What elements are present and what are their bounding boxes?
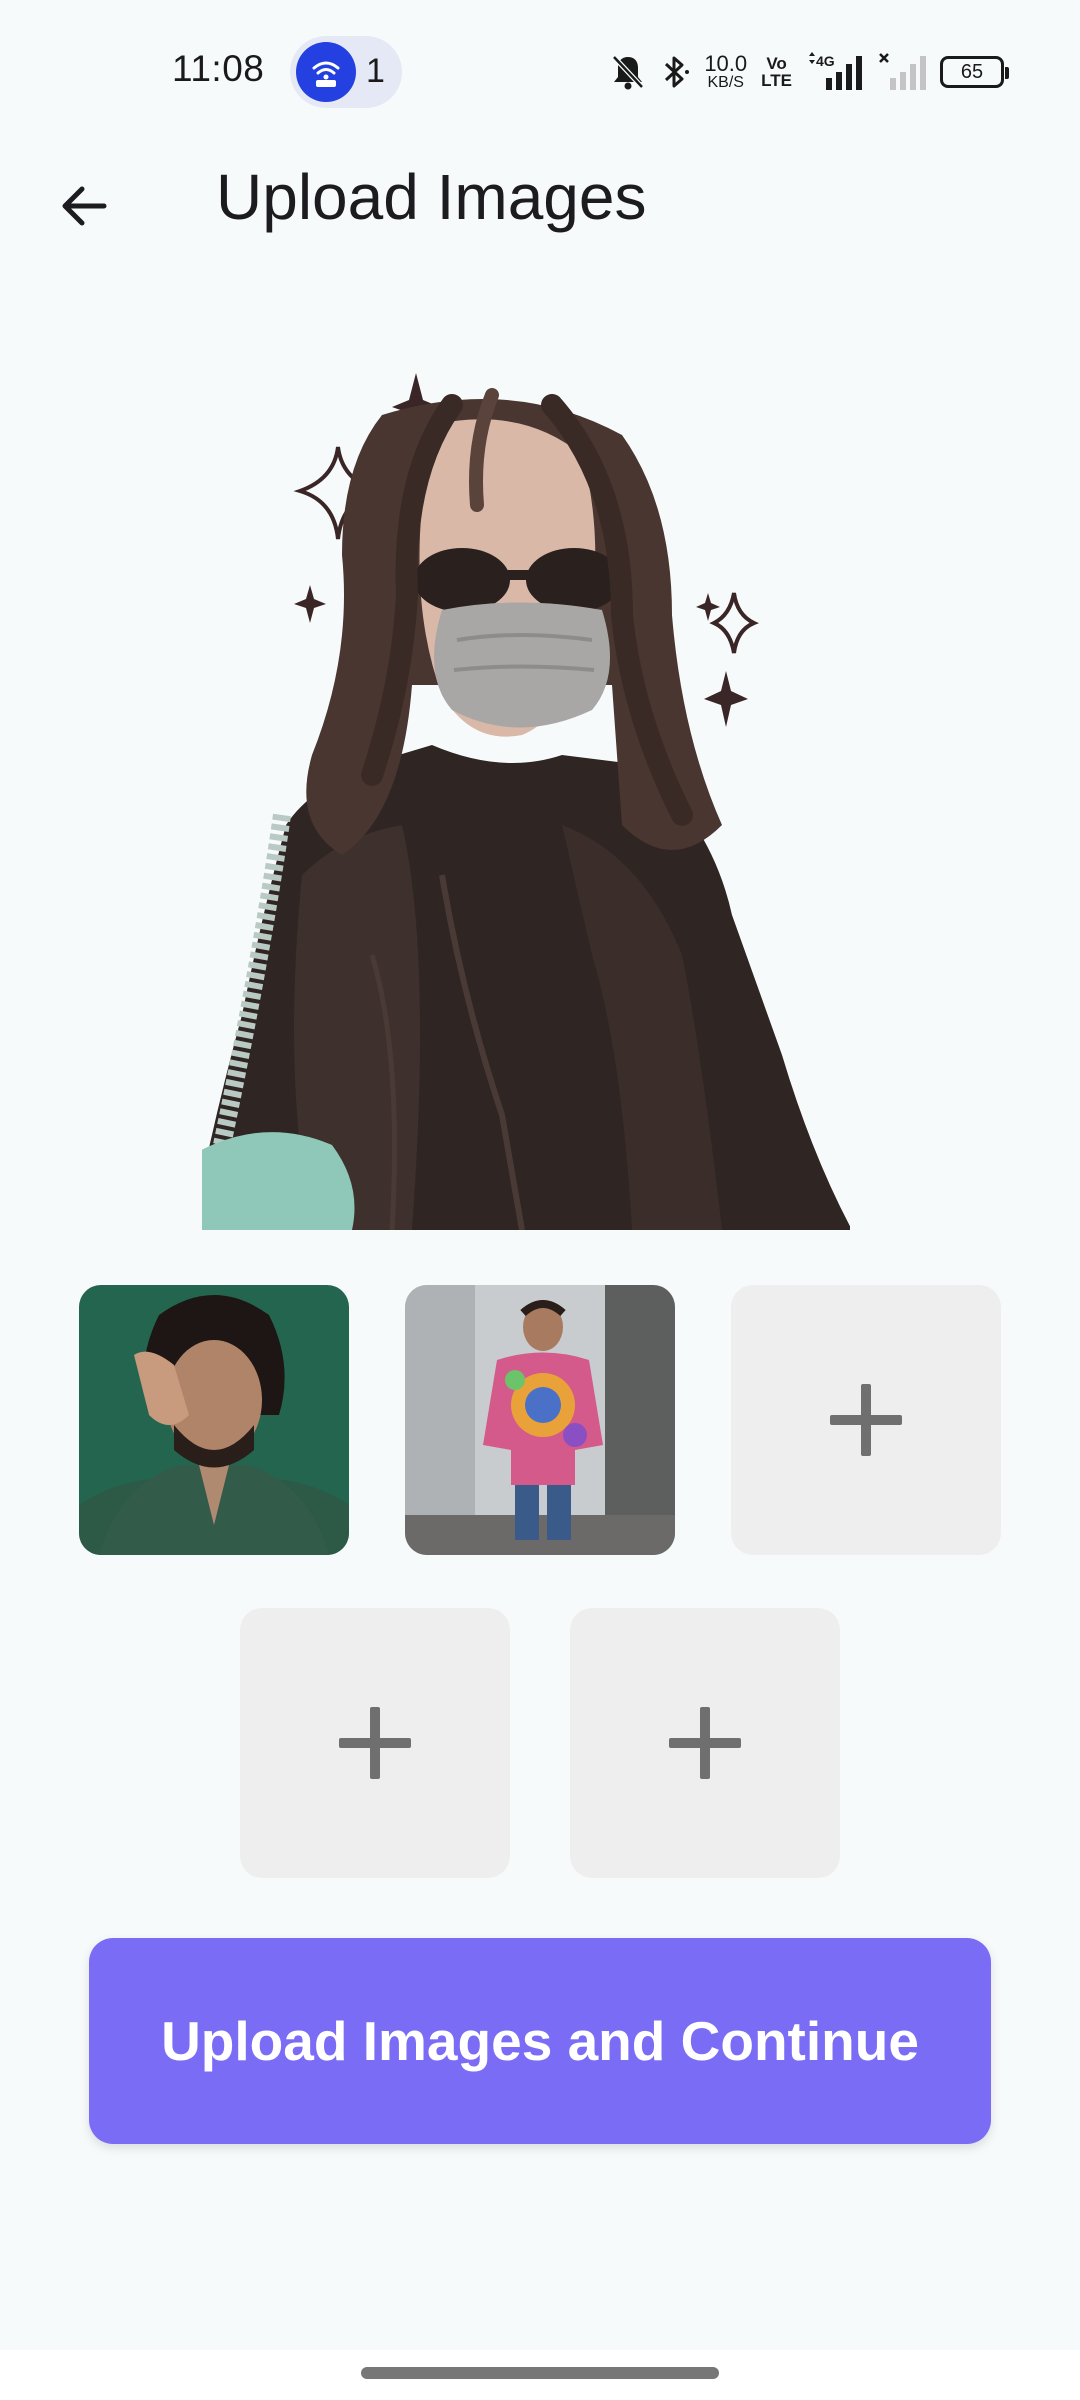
bell-muted-icon <box>610 53 646 91</box>
plus-icon <box>830 1384 902 1456</box>
uploaded-photo-2 <box>405 1285 675 1555</box>
upload-slot-2[interactable] <box>405 1285 675 1555</box>
signal-4g-icon: 4G <box>806 52 864 92</box>
bluetooth-icon <box>660 53 690 91</box>
gesture-nav-area <box>0 2350 1080 2400</box>
net-speed-unit: KB/S <box>707 74 744 91</box>
upload-images-screen: 11:08 1 10.0 KB/S Vo LTE 4G 65 Upload Im… <box>0 0 1080 2400</box>
volte-top: Vo <box>766 54 787 73</box>
battery-level: 65 <box>960 60 984 83</box>
back-button[interactable] <box>42 164 126 248</box>
upload-and-continue-button[interactable]: Upload Images and Continue <box>89 1938 991 2144</box>
volte-indicator: Vo LTE <box>761 55 792 89</box>
signal-no-service-icon <box>878 52 926 92</box>
net-speed-value: 10.0 <box>704 51 748 76</box>
hotspot-count: 1 <box>366 52 385 90</box>
page-title: Upload Images <box>216 161 647 233</box>
plus-icon <box>339 1707 411 1779</box>
upload-slot-4[interactable] <box>240 1608 510 1878</box>
hero-illustration <box>192 355 852 1231</box>
hotspot-icon <box>296 42 356 102</box>
status-icons: 10.0 KB/S Vo LTE 4G 65 <box>610 48 1009 96</box>
status-time: 11:08 <box>172 48 265 89</box>
net-speed: 10.0 KB/S <box>704 53 747 91</box>
upload-slot-5[interactable] <box>570 1608 840 1878</box>
hotspot-indicator[interactable]: 1 <box>290 36 402 108</box>
uploaded-photo-1 <box>79 1285 349 1555</box>
home-indicator[interactable] <box>361 2367 719 2379</box>
plus-icon <box>669 1707 741 1779</box>
status-bar: 11:08 1 10.0 KB/S Vo LTE 4G 65 <box>0 0 1080 140</box>
upload-slot-3[interactable] <box>731 1285 1001 1555</box>
network-type-label: 4G <box>816 53 835 69</box>
battery-icon: 65 <box>940 56 1009 88</box>
volte-bottom: LTE <box>761 71 792 90</box>
arrow-back-icon <box>62 186 107 226</box>
upload-slot-1[interactable] <box>79 1285 349 1555</box>
top-app-bar: Upload Images <box>0 140 1080 260</box>
